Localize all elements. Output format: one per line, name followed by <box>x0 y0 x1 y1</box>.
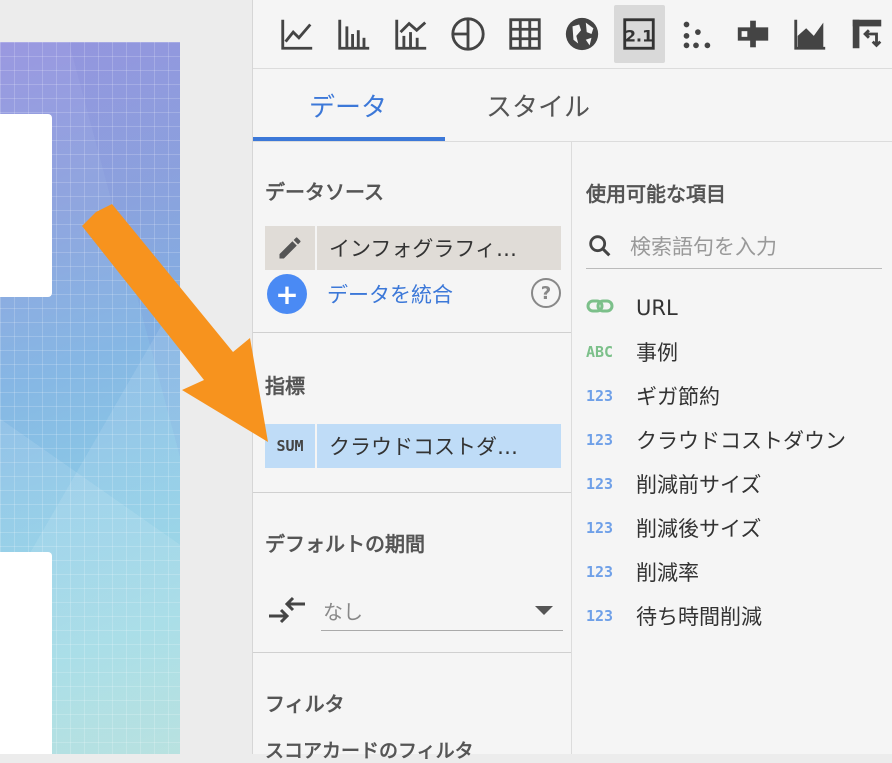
bar-chart-icon[interactable] <box>328 5 379 63</box>
report-canvas[interactable] <box>0 42 180 754</box>
field-item[interactable]: 123 ギガ節約 <box>586 374 846 418</box>
field-name: ギガ節約 <box>636 385 720 409</box>
search-input[interactable]: 検索語句を入力 <box>630 231 777 261</box>
field-name: URL <box>636 296 678 320</box>
area-chart-icon[interactable] <box>785 5 836 63</box>
field-name: 事例 <box>636 341 678 365</box>
field-name: クラウドコストダウン <box>636 429 846 453</box>
metric-title: 指標 <box>265 374 305 398</box>
date-range-select[interactable]: なし <box>321 590 563 631</box>
blend-data-label: データを統合 <box>327 283 453 307</box>
number-type-icon: 123 <box>586 563 614 581</box>
plus-icon: + <box>267 274 307 314</box>
link-icon <box>586 296 636 320</box>
filter-section: フィルタ スコアカードのフィルタ <box>253 652 571 762</box>
geo-map-icon[interactable] <box>556 5 607 63</box>
scatter-chart-icon[interactable] <box>671 5 722 63</box>
number-type-icon: 123 <box>586 475 614 493</box>
field-name: 待ち時間削減 <box>636 605 762 629</box>
blend-data-button[interactable]: + データを統合 <box>267 274 453 314</box>
pencil-icon[interactable] <box>265 226 315 270</box>
active-tab-indicator <box>253 137 445 141</box>
search-icon <box>589 235 611 257</box>
tab-data[interactable]: データ <box>253 69 443 141</box>
canvas-card-top[interactable] <box>0 114 52 297</box>
properties-panel: 2.1 データ スタイル データソース インフォグラフィ… + データを統合 ?… <box>252 0 892 762</box>
field-list: URL ABC 事例 123 ギガ節約 123 クラウドコストダウン 123 削… <box>586 286 846 638</box>
chevron-down-icon <box>535 606 553 615</box>
metric-name: クラウドコストダ… <box>317 424 561 468</box>
field-name: 削減前サイズ <box>636 473 762 497</box>
combo-chart-icon[interactable] <box>385 5 436 63</box>
pie-chart-icon[interactable] <box>442 5 493 63</box>
data-source-title: データソース <box>265 180 384 204</box>
field-name: 削減後サイズ <box>636 517 762 541</box>
number-type-icon: 123 <box>586 607 614 625</box>
time-series-icon[interactable] <box>271 5 322 63</box>
field-item[interactable]: 123 クラウドコストダウン <box>586 418 846 462</box>
data-source-name: インフォグラフィ… <box>317 226 561 270</box>
field-item[interactable]: 123 削減後サイズ <box>586 506 846 550</box>
data-source-chip[interactable]: インフォグラフィ… <box>265 226 561 270</box>
chart-type-toolbar: 2.1 <box>253 0 892 69</box>
field-item[interactable]: 123 待ち時間削減 <box>586 594 846 638</box>
pivot-table-icon[interactable] <box>842 5 892 63</box>
date-range-value: なし <box>323 599 363 624</box>
field-item[interactable]: ABC 事例 <box>586 330 846 374</box>
default-date-title: デフォルトの期間 <box>265 532 425 556</box>
bullet-chart-icon[interactable] <box>728 5 779 63</box>
aggregation-badge[interactable]: SUM <box>265 424 315 468</box>
data-source-section: データソース インフォグラフィ… + データを統合 ? <box>253 142 571 333</box>
panel-tabs: データ スタイル <box>253 69 892 142</box>
available-fields-column: 使用可能な項目 検索語句を入力 URL ABC 事例 123 ギガ節約 123 <box>572 142 892 754</box>
metric-section: 指標 SUM クラウドコストダ… <box>253 332 571 493</box>
available-fields-title: 使用可能な項目 <box>586 182 726 206</box>
text-type-icon: ABC <box>586 343 614 361</box>
field-item[interactable]: 123 削減率 <box>586 550 846 594</box>
data-config-column: データソース インフォグラフィ… + データを統合 ? 指標 SUM クラウドコ… <box>253 142 572 762</box>
field-item[interactable]: URL <box>586 286 846 330</box>
table-icon[interactable] <box>499 5 550 63</box>
field-item[interactable]: 123 削減前サイズ <box>586 462 846 506</box>
help-icon[interactable]: ? <box>531 278 561 308</box>
metric-chip[interactable]: SUM クラウドコストダ… <box>265 424 561 468</box>
number-type-icon: 123 <box>586 519 614 537</box>
scorecard-filter-label: スコアカードのフィルタ <box>265 740 474 762</box>
canvas-card-bottom[interactable] <box>0 552 52 754</box>
field-search[interactable]: 検索語句を入力 <box>586 224 882 269</box>
scorecard-icon[interactable]: 2.1 <box>613 5 665 63</box>
field-name: 削減率 <box>636 561 699 585</box>
filter-title: フィルタ <box>265 692 345 716</box>
date-range-row: なし <box>265 590 563 640</box>
tab-style[interactable]: スタイル <box>443 69 633 141</box>
compare-arrows-icon <box>269 596 305 624</box>
svg-text:2.1: 2.1 <box>625 27 654 46</box>
number-type-icon: 123 <box>586 387 614 405</box>
number-type-icon: 123 <box>586 431 614 449</box>
